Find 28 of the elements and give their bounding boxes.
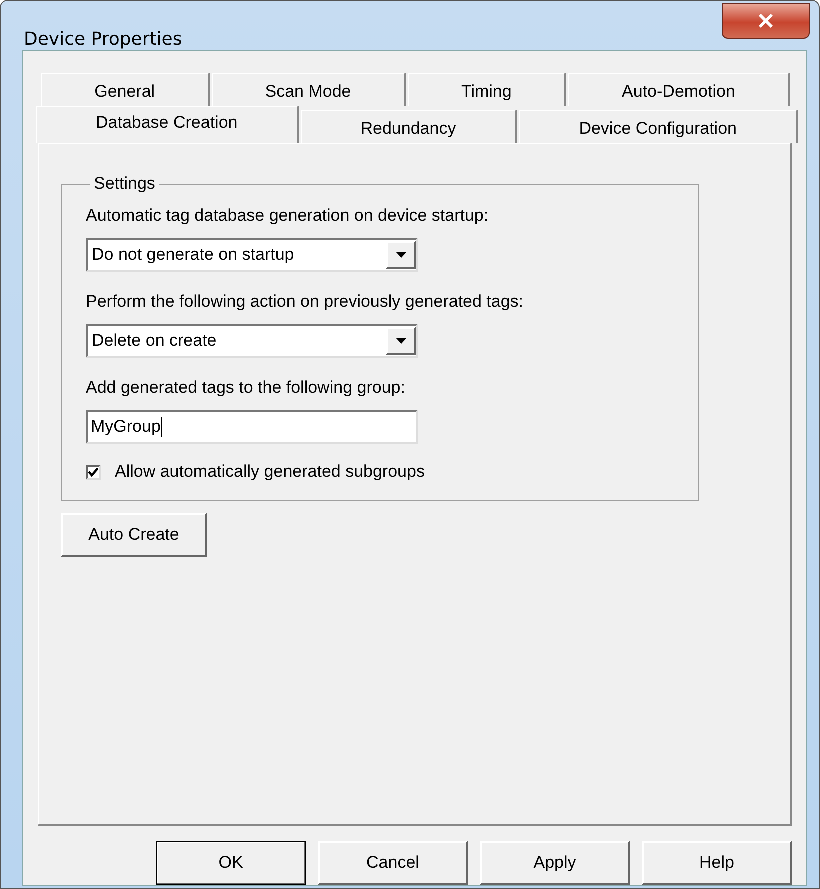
field-label: Perform the following action on previously generated tags: xyxy=(86,292,525,312)
auto-create-button[interactable]: Auto Create xyxy=(61,513,207,557)
input-field[interactable]: MyGroup xyxy=(86,410,418,444)
field-label: Add generated tags to the following group: xyxy=(86,378,406,398)
dropdown[interactable]: Do not generate on startup xyxy=(86,238,418,272)
dialog-button[interactable]: Cancel xyxy=(318,841,468,885)
window-title: Device Properties xyxy=(24,29,182,50)
dialog-button[interactable]: Apply xyxy=(480,841,630,885)
dropdown[interactable]: Delete on create xyxy=(86,324,418,358)
tab[interactable]: General xyxy=(41,73,210,106)
caret-icon xyxy=(396,338,406,344)
tab[interactable]: Device Configuration xyxy=(519,110,798,143)
dialog-button[interactable]: Help xyxy=(642,841,792,885)
checkbox-label[interactable]: Allow automatically generated subgroups xyxy=(115,462,425,482)
tab[interactable]: Redundancy xyxy=(300,110,518,143)
dropdown-arrow-button[interactable] xyxy=(386,241,416,269)
tab[interactable]: Scan Mode xyxy=(212,73,406,106)
tab[interactable]: Database Creation xyxy=(36,106,299,143)
dialog-button[interactable]: OK xyxy=(156,841,306,885)
caret-icon xyxy=(396,252,406,258)
field-label: Automatic tag database generation on device startup: xyxy=(86,206,490,226)
tab[interactable]: Timing xyxy=(408,73,566,106)
tab[interactable]: Auto-Demotion xyxy=(568,73,790,106)
dropdown-arrow-button[interactable] xyxy=(386,327,416,355)
group-title: Settings xyxy=(93,174,156,194)
checkbox[interactable] xyxy=(86,464,101,480)
close-icon xyxy=(758,14,774,28)
close-button[interactable] xyxy=(722,3,810,39)
